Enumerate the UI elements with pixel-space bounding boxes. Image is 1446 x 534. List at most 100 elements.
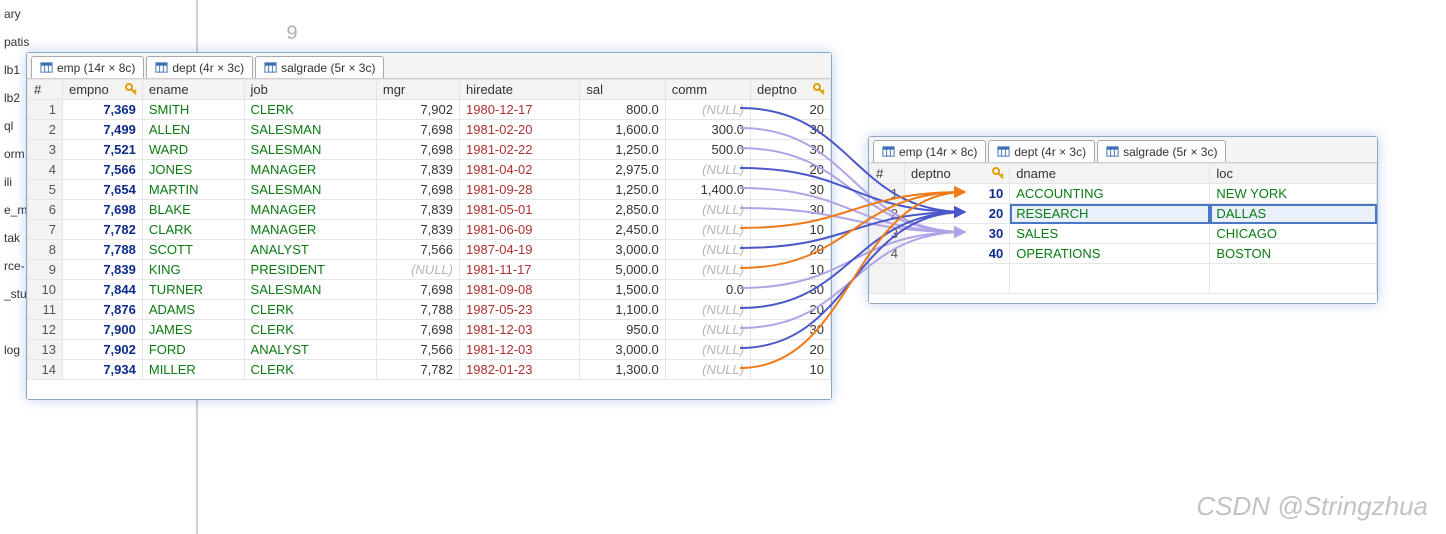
column-header-ename[interactable]: ename <box>142 80 244 100</box>
cell-deptno[interactable]: 30 <box>751 180 831 200</box>
cell-mgr[interactable]: 7,902 <box>376 100 459 120</box>
row-number[interactable]: 9 <box>28 260 63 280</box>
table-row[interactable]: 27,499ALLENSALESMAN7,6981981-02-201,600.… <box>28 120 831 140</box>
row-number[interactable]: 4 <box>28 160 63 180</box>
cell-sal[interactable]: 1,300.0 <box>580 360 665 380</box>
cell-hiredate[interactable]: 1981-12-03 <box>460 320 580 340</box>
row-number[interactable]: 7 <box>28 220 63 240</box>
row-number[interactable]: 13 <box>28 340 63 360</box>
row-number[interactable]: 1 <box>870 184 905 204</box>
cell-deptno[interactable]: 20 <box>751 160 831 180</box>
cell-ename[interactable]: ALLEN <box>142 120 244 140</box>
cell-ename[interactable]: SCOTT <box>142 240 244 260</box>
cell-ename[interactable]: KING <box>142 260 244 280</box>
cell-job[interactable]: SALESMAN <box>244 180 376 200</box>
cell-comm[interactable]: 300.0 <box>665 120 750 140</box>
row-number[interactable]: 11 <box>28 300 63 320</box>
table-row[interactable]: 37,521WARDSALESMAN7,6981981-02-221,250.0… <box>28 140 831 160</box>
cell-mgr[interactable]: 7,698 <box>376 140 459 160</box>
table-row[interactable]: 17,369SMITHCLERK7,9021980-12-17800.0(NUL… <box>28 100 831 120</box>
cell-empno[interactable]: 7,934 <box>63 360 143 380</box>
cell-sal[interactable]: 1,600.0 <box>580 120 665 140</box>
cell-deptno[interactable]: 40 <box>905 244 1010 264</box>
cell-ename[interactable]: BLAKE <box>142 200 244 220</box>
cell-deptno[interactable]: 30 <box>751 200 831 220</box>
table-row[interactable]: 107,844TURNERSALESMAN7,6981981-09-081,50… <box>28 280 831 300</box>
cell-hiredate[interactable]: 1981-02-20 <box>460 120 580 140</box>
cell-ename[interactable]: JONES <box>142 160 244 180</box>
column-header-sal[interactable]: sal <box>580 80 665 100</box>
cell-deptno[interactable]: 10 <box>751 260 831 280</box>
cell-job[interactable]: CLERK <box>244 320 376 340</box>
cell-sal[interactable]: 2,975.0 <box>580 160 665 180</box>
cell-dname[interactable]: RESEARCH <box>1010 204 1210 224</box>
cell-sal[interactable]: 3,000.0 <box>580 340 665 360</box>
result-tab[interactable]: dept (4r × 3c) <box>988 140 1095 162</box>
cell-comm[interactable]: (NULL) <box>665 300 750 320</box>
row-number[interactable]: 2 <box>870 204 905 224</box>
cell-mgr[interactable]: 7,698 <box>376 280 459 300</box>
cell-loc[interactable]: NEW YORK <box>1210 184 1377 204</box>
cell-comm[interactable]: 1,400.0 <box>665 180 750 200</box>
cell-hiredate[interactable]: 1981-06-09 <box>460 220 580 240</box>
cell-loc[interactable]: CHICAGO <box>1210 224 1377 244</box>
emp-grid[interactable]: #empnoenamejobmgrhiredatesalcommdeptno17… <box>27 79 831 399</box>
grid-corner[interactable]: # <box>870 164 905 184</box>
cell-dname[interactable]: OPERATIONS <box>1010 244 1210 264</box>
row-number[interactable]: 12 <box>28 320 63 340</box>
table-row[interactable]: 110ACCOUNTINGNEW YORK <box>870 184 1377 204</box>
cell-ename[interactable]: MARTIN <box>142 180 244 200</box>
result-tab[interactable]: emp (14r × 8c) <box>31 56 144 78</box>
table-row[interactable]: 220RESEARCHDALLAS <box>870 204 1377 224</box>
result-tab[interactable]: dept (4r × 3c) <box>146 56 253 78</box>
cell-hiredate[interactable]: 1981-05-01 <box>460 200 580 220</box>
cell-job[interactable]: PRESIDENT <box>244 260 376 280</box>
column-header-deptno[interactable]: deptno <box>751 80 831 100</box>
cell-mgr[interactable]: 7,839 <box>376 200 459 220</box>
cell-job[interactable]: CLERK <box>244 360 376 380</box>
cell-dname[interactable]: ACCOUNTING <box>1010 184 1210 204</box>
cell-ename[interactable]: ADAMS <box>142 300 244 320</box>
column-header-job[interactable]: job <box>244 80 376 100</box>
cell-deptno[interactable]: 20 <box>751 340 831 360</box>
cell-sal[interactable]: 1,250.0 <box>580 140 665 160</box>
cell-comm[interactable]: (NULL) <box>665 160 750 180</box>
cell-job[interactable]: ANALYST <box>244 340 376 360</box>
cell-empno[interactable]: 7,698 <box>63 200 143 220</box>
cell-sal[interactable]: 2,450.0 <box>580 220 665 240</box>
cell-comm[interactable]: 500.0 <box>665 140 750 160</box>
cell-deptno[interactable]: 10 <box>905 184 1010 204</box>
cell-deptno[interactable]: 30 <box>751 280 831 300</box>
cell-job[interactable]: SALESMAN <box>244 280 376 300</box>
explorer-item[interactable]: patis <box>0 28 30 56</box>
table-row[interactable]: 67,698BLAKEMANAGER7,8391981-05-012,850.0… <box>28 200 831 220</box>
cell-comm[interactable]: (NULL) <box>665 220 750 240</box>
cell-mgr[interactable]: 7,698 <box>376 180 459 200</box>
cell-deptno[interactable]: 20 <box>905 204 1010 224</box>
cell-mgr[interactable]: 7,566 <box>376 240 459 260</box>
row-number[interactable]: 4 <box>870 244 905 264</box>
column-header-comm[interactable]: comm <box>665 80 750 100</box>
cell-job[interactable]: ANALYST <box>244 240 376 260</box>
explorer-item[interactable]: ary <box>0 0 30 28</box>
column-header-dname[interactable]: dname <box>1010 164 1210 184</box>
cell-comm[interactable]: (NULL) <box>665 340 750 360</box>
column-header-loc[interactable]: loc <box>1210 164 1377 184</box>
cell-empno[interactable]: 7,876 <box>63 300 143 320</box>
cell-hiredate[interactable]: 1981-09-28 <box>460 180 580 200</box>
grid-corner[interactable]: # <box>28 80 63 100</box>
table-row[interactable]: 127,900JAMESCLERK7,6981981-12-03950.0(NU… <box>28 320 831 340</box>
cell-comm[interactable]: (NULL) <box>665 200 750 220</box>
table-row[interactable]: 440OPERATIONSBOSTON <box>870 244 1377 264</box>
cell-sal[interactable]: 3,000.0 <box>580 240 665 260</box>
cell-job[interactable]: CLERK <box>244 300 376 320</box>
cell-ename[interactable]: CLARK <box>142 220 244 240</box>
cell-empno[interactable]: 7,782 <box>63 220 143 240</box>
row-number[interactable]: 5 <box>28 180 63 200</box>
row-number[interactable]: 14 <box>28 360 63 380</box>
table-row[interactable]: 47,566JONESMANAGER7,8391981-04-022,975.0… <box>28 160 831 180</box>
cell-deptno[interactable]: 30 <box>751 140 831 160</box>
column-header-hiredate[interactable]: hiredate <box>460 80 580 100</box>
cell-hiredate[interactable]: 1982-01-23 <box>460 360 580 380</box>
result-tab[interactable]: emp (14r × 8c) <box>873 140 986 162</box>
